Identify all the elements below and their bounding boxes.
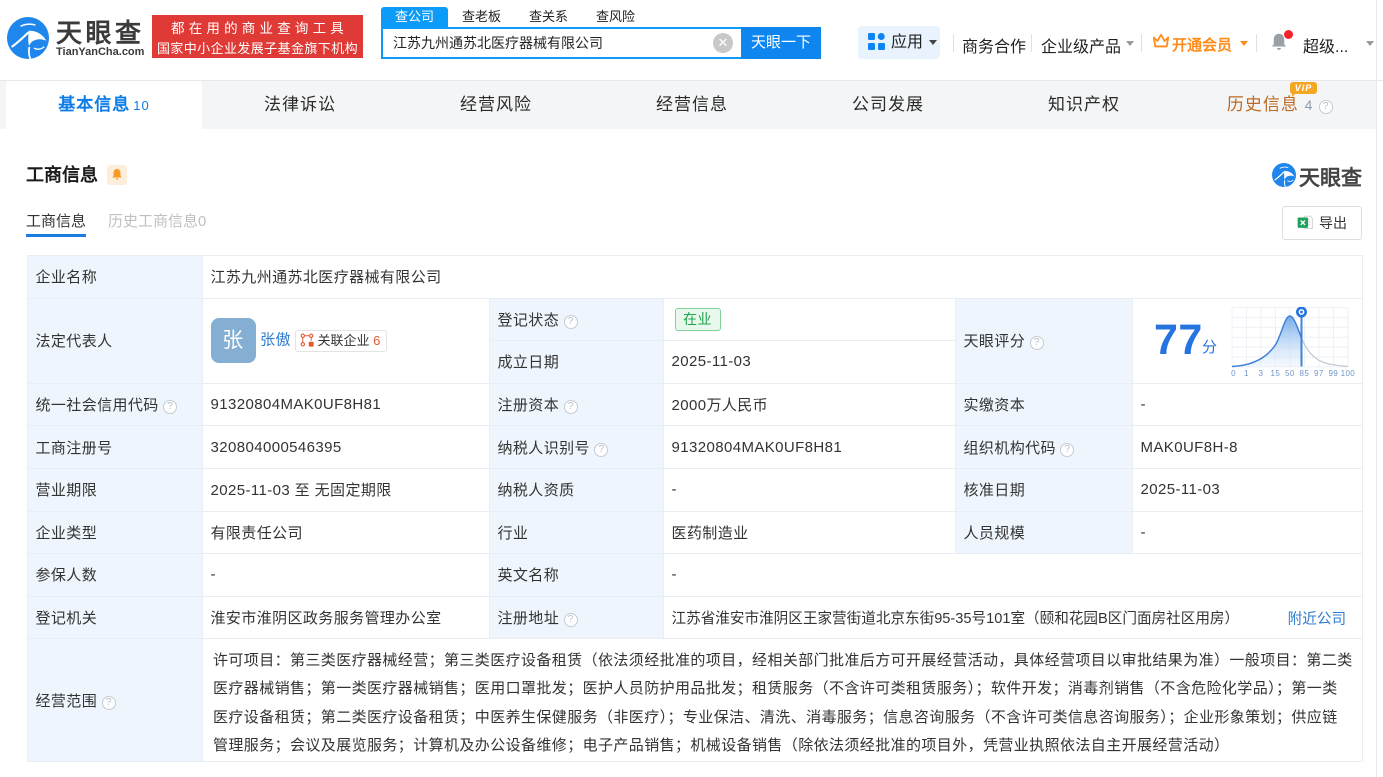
svg-text:50: 50 — [1285, 369, 1295, 378]
svg-text:1: 1 — [1244, 369, 1249, 378]
svg-text:85: 85 — [1300, 369, 1310, 378]
svg-text:97: 97 — [1314, 369, 1324, 378]
svg-text:3: 3 — [1258, 369, 1263, 378]
svg-text:100: 100 — [1341, 369, 1356, 378]
svg-text:15: 15 — [1271, 369, 1281, 378]
svg-text:99: 99 — [1329, 369, 1339, 378]
svg-text:0: 0 — [1231, 369, 1236, 378]
